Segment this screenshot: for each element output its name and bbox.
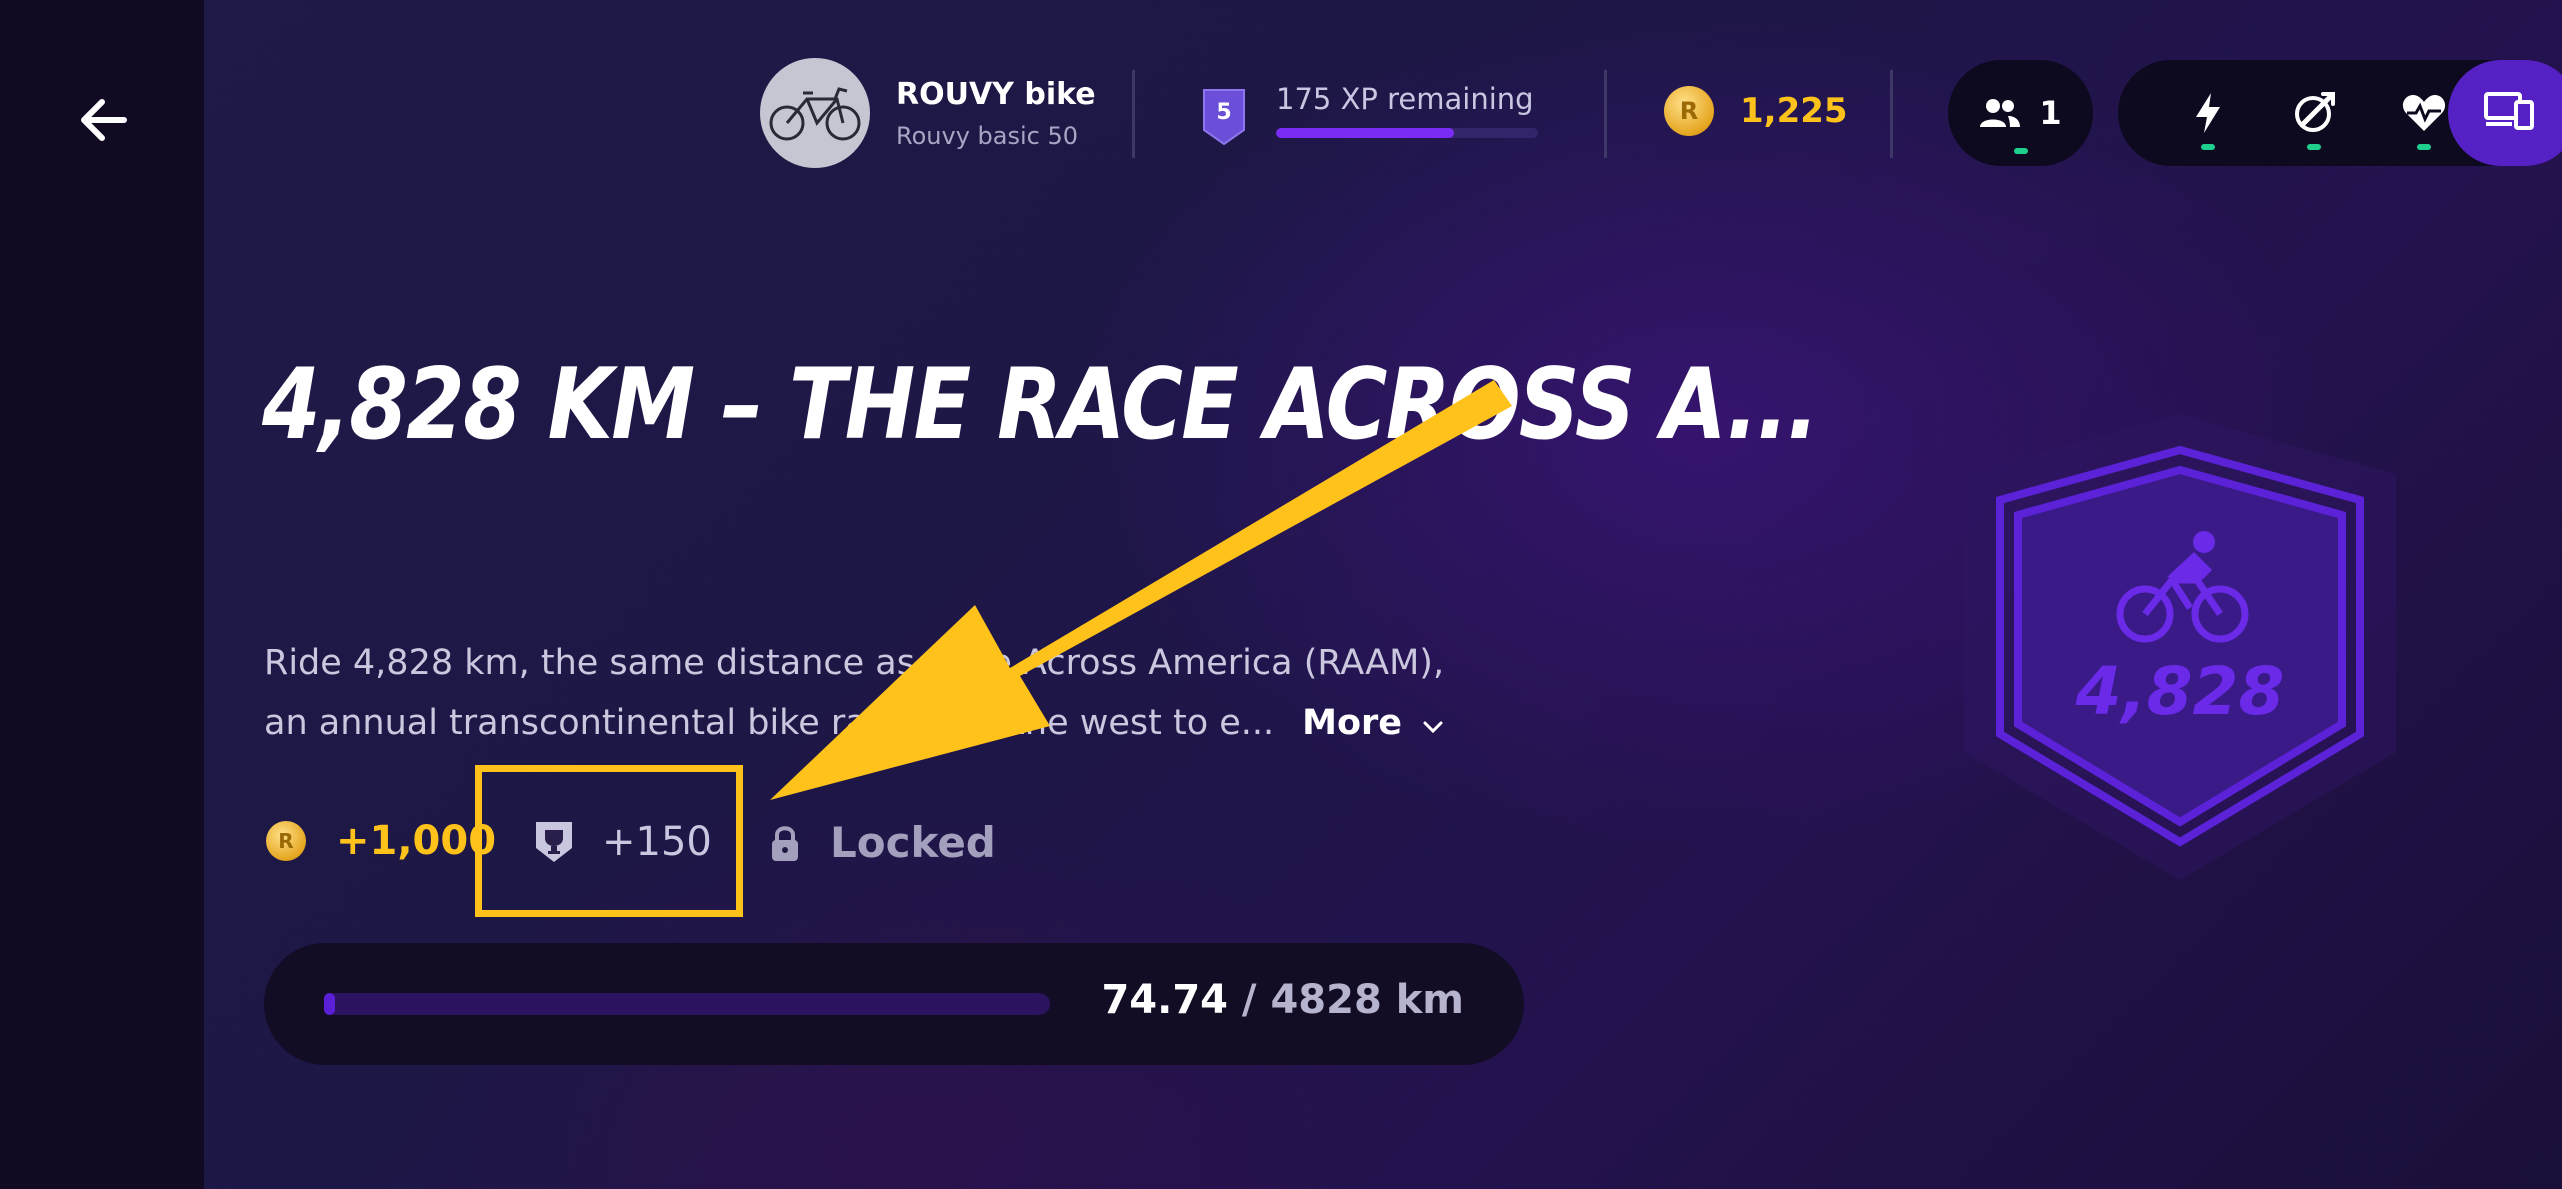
riders-button[interactable]: 1 [1948, 60, 2093, 166]
progress-separator: / [1227, 977, 1271, 1023]
bike-avatar [760, 58, 870, 168]
cadence-button[interactable] [2260, 60, 2368, 166]
back-button[interactable] [72, 88, 136, 152]
coin-reward: R +1,000 [266, 818, 496, 864]
divider [1132, 70, 1135, 158]
description-text: an annual transcontinental bike race fro… [264, 703, 1275, 743]
cadence-icon [2295, 92, 2335, 132]
more-button[interactable]: More [1302, 703, 1444, 743]
status-dot [2417, 144, 2431, 150]
highlight-box [475, 765, 743, 917]
level-number: 5 [1216, 100, 1232, 125]
more-label: More [1302, 703, 1403, 743]
progress-bar-fill [324, 993, 336, 1015]
users-icon [1980, 99, 2021, 127]
xp-remaining-text: 175 XP remaining [1276, 82, 1534, 116]
xp-progress: 5 175 XP remaining [1200, 82, 1538, 148]
progress-bar [324, 993, 1050, 1015]
lock-status: Locked [770, 818, 996, 867]
lock-icon [772, 825, 798, 861]
lock-status-text: Locked [830, 818, 996, 867]
level-badge: 5 [1200, 86, 1248, 148]
description-line: Ride 4,828 km, the same distance as Race… [264, 643, 1445, 683]
screens-button[interactable] [2448, 60, 2562, 166]
screens-icon [2484, 92, 2534, 130]
divider [1604, 70, 1607, 158]
progress-total: 4828 km [1270, 977, 1464, 1023]
coin-icon: R [266, 821, 306, 861]
bike-selector[interactable]: ROUVY bike Rouvy basic 50 [760, 58, 1096, 168]
chevron-down-icon [1423, 721, 1443, 734]
device-pairing-bar [2118, 60, 2562, 166]
left-rail [0, 0, 204, 1189]
road-bike-icon [769, 87, 861, 141]
status-dot [2013, 148, 2028, 154]
riders-count: 1 [2039, 94, 2062, 132]
progress-text: 74.74 / 4828 km [1101, 977, 1464, 1023]
challenge-description: Ride 4,828 km, the same distance as Race… [264, 633, 1524, 753]
coin-balance-value: 1,225 [1740, 91, 1848, 131]
xp-bar-fill [1276, 128, 1455, 138]
bike-subtitle: Rouvy basic 50 [896, 121, 1079, 150]
status-dot [2201, 144, 2215, 150]
arrow-left-icon [81, 99, 127, 141]
coin-symbol: R [278, 829, 294, 853]
cyclist-head [2193, 531, 2215, 553]
progress-current: 74.74 [1101, 977, 1228, 1023]
divider [1890, 70, 1893, 158]
challenge-title: 4,828 KM – THE RACE ACROSS A... [262, 348, 1819, 462]
coin-reward-value: +1,000 [336, 818, 497, 864]
description-line: an annual transcontinental bike race fro… [264, 693, 1524, 753]
coin-icon: R [1664, 86, 1714, 136]
badge-value: 4,828 [2075, 653, 2285, 730]
challenge-progress-card: 74.74 / 4828 km [264, 943, 1524, 1065]
status-dot [2307, 144, 2321, 150]
power-button[interactable] [2154, 60, 2262, 166]
xp-bar [1276, 128, 1538, 138]
bike-name: ROUVY bike [896, 76, 1096, 112]
challenge-badge: 4,828 [1964, 414, 2396, 880]
power-icon [2196, 93, 2220, 133]
heart-rate-icon [2402, 95, 2446, 131]
coin-balance: R 1,225 [1664, 86, 1848, 136]
